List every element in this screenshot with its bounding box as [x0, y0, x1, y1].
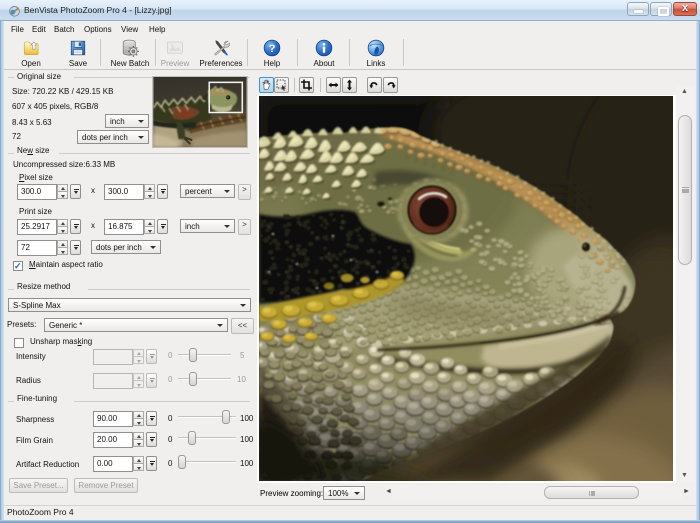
svg-text:?: ? — [269, 43, 276, 55]
